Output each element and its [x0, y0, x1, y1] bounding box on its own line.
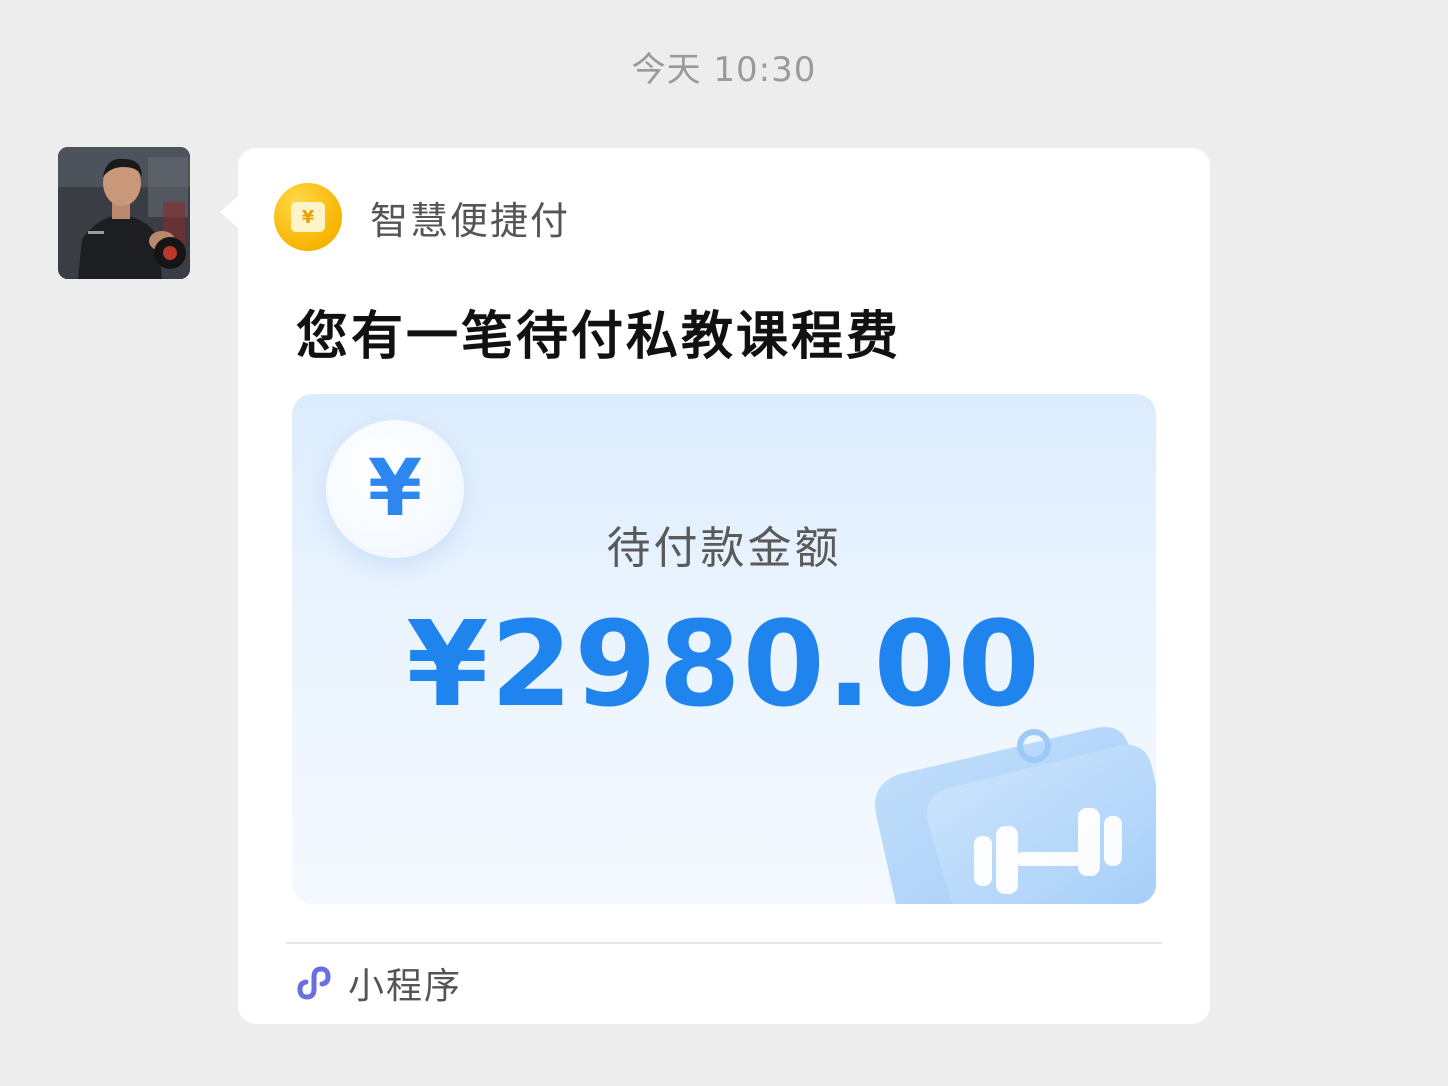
app-header: ¥ 智慧便捷付	[274, 182, 570, 252]
bubble-pointer	[220, 194, 240, 230]
mini-program-footer: 小程序	[292, 960, 463, 1007]
sender-avatar[interactable]	[58, 147, 190, 279]
amount-label: 待付款金额	[606, 523, 842, 574]
app-name: 智慧便捷付	[370, 198, 571, 243]
payment-panel: ¥ 待付款金额 ¥2980.00	[292, 394, 1156, 904]
yuan-wallet-icon: ¥	[274, 183, 342, 251]
mini-program-icon	[297, 966, 331, 1000]
dumbbell-tag-icon	[875, 726, 1156, 904]
card-divider	[286, 942, 1162, 944]
message-timestamp: 今天 10:30	[631, 50, 817, 90]
mini-program-label: 小程序	[348, 966, 463, 1007]
mini-program-card[interactable]: ¥ 智慧便捷付 您有一笔待付私教课程费 ¥ 待付款金额 ¥2980.00 小程序	[238, 148, 1210, 1024]
card-title: 您有一笔待付私教课程费	[296, 307, 902, 367]
chat-screen: 今天 10:30 ¥ 智慧便捷付 您有一笔待付私教课程费 ¥ 待付款金额 ¥29…	[0, 0, 1448, 1086]
trainer-avatar-icon	[58, 147, 190, 279]
